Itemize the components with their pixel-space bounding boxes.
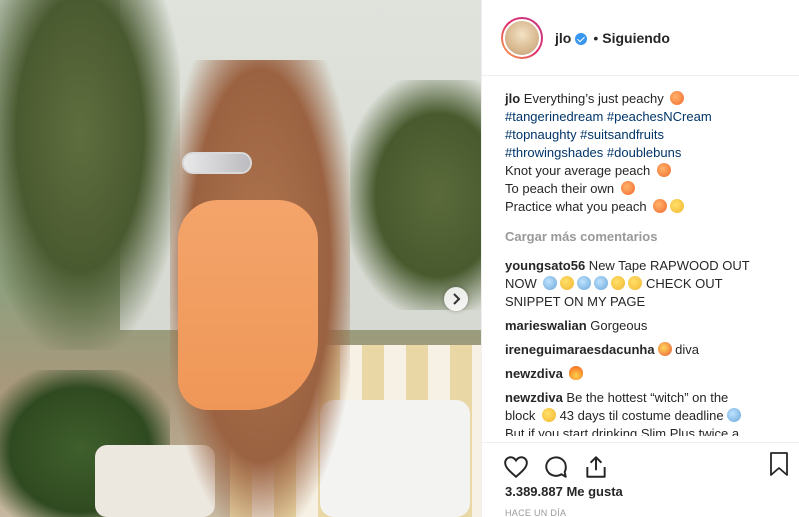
- caption-hashtags[interactable]: #topnaughty #suitsandfruits: [505, 126, 799, 144]
- lemon-emoji-icon: [628, 276, 643, 290]
- comment-icon[interactable]: [543, 454, 569, 480]
- comment-text: SNIPPET ON MY PAGE: [505, 294, 646, 309]
- caption-line: Knot your average peach: [505, 162, 799, 180]
- bookmark-icon[interactable]: [768, 451, 790, 477]
- woman-emoji-icon: [541, 408, 556, 422]
- comment-username[interactable]: youngsato56: [505, 258, 585, 273]
- caption-hashtags[interactable]: #tangerinedream #peachesNCream: [505, 108, 799, 126]
- post-actions: [482, 442, 799, 482]
- comment-text: Be the hottest “witch” on the: [562, 390, 729, 405]
- avatar[interactable]: [503, 18, 541, 57]
- ufo-emoji-icon: [543, 276, 558, 290]
- post-side-panel: jlo • Siguiendo jlo Everything’s just pe…: [481, 0, 799, 517]
- photo-swimsuit: [178, 200, 318, 410]
- chevron-right-icon: [453, 293, 461, 305]
- photo-tree-right: [350, 80, 481, 310]
- caption-text: Knot your average peach: [505, 163, 654, 178]
- peach-emoji-icon: [656, 163, 671, 177]
- comment-username[interactable]: newzdiva: [505, 366, 563, 381]
- caption-text: Practice what you peach: [505, 199, 651, 214]
- caption-username[interactable]: jlo: [505, 91, 520, 106]
- comment-text: diva: [671, 342, 700, 357]
- post-header: jlo • Siguiendo: [482, 0, 799, 76]
- comment-item: newzdiva: [505, 365, 799, 383]
- photo-tree-left: [0, 0, 180, 350]
- avatar-ring[interactable]: [501, 16, 543, 59]
- laughing-emoji-icon: [670, 199, 685, 213]
- comment-text: New Tape RAPWOOD OUT: [585, 258, 750, 273]
- ghost-emoji-icon: [726, 408, 741, 422]
- comment-item: ireneguimaraesdacunha diva: [505, 341, 799, 359]
- caption-text: To peach their own: [505, 181, 618, 196]
- peach-emoji-icon: [670, 91, 685, 105]
- caption-line: To peach their own: [505, 180, 799, 198]
- heart-icon[interactable]: [503, 454, 529, 480]
- comment-text: 43 days til costume deadline: [555, 408, 724, 423]
- caption: jlo Everything’s just peachy #tangerined…: [505, 90, 799, 216]
- post-timestamp[interactable]: HACE UN DÍA: [505, 508, 566, 517]
- frog-emoji-icon: [611, 276, 626, 290]
- following-button[interactable]: Siguiendo: [602, 30, 670, 46]
- peach-emoji-icon: [620, 181, 635, 195]
- caption-text: Everything’s just peachy: [520, 91, 668, 106]
- likes-count[interactable]: 3.389.887 Me gusta: [505, 484, 623, 499]
- comment-text: Gorgeous: [586, 318, 648, 333]
- peach-emoji-icon: [653, 199, 668, 213]
- verified-badge-icon: [575, 32, 588, 45]
- comment-username[interactable]: ireneguimaraesdacunha: [505, 342, 655, 357]
- fire-emoji-icon: [569, 366, 584, 380]
- comment-item: youngsato56 New Tape RAPWOOD OUT NOW CHE…: [505, 257, 799, 311]
- comment-text: CHECK OUT: [642, 276, 723, 291]
- load-more-comments-link[interactable]: Cargar más comentarios: [505, 228, 799, 246]
- comment-text: NOW: [505, 276, 541, 291]
- comment-username[interactable]: marieswalian: [505, 318, 587, 333]
- caption-line: Practice what you peach: [505, 198, 799, 216]
- post-photo[interactable]: [0, 0, 481, 517]
- comments-list: jlo Everything’s just peachy #tangerined…: [482, 76, 799, 436]
- comment-text: [563, 366, 567, 381]
- caption-hashtags[interactable]: #throwingshades #doublebuns: [505, 144, 799, 162]
- separator-dot: •: [593, 29, 599, 46]
- caption-line: jlo Everything’s just peachy: [505, 90, 799, 108]
- share-icon[interactable]: [583, 454, 609, 480]
- comment-item: marieswalian Gorgeous: [505, 317, 799, 335]
- comment-item: newzdiva Be the hottest “witch” on the b…: [505, 389, 799, 436]
- heart-eyes-emoji-icon: [657, 342, 672, 356]
- comment-text: block: [505, 408, 539, 423]
- comment-text: But if you start drinking Slim Plus twic…: [505, 426, 740, 436]
- next-photo-button[interactable]: [444, 287, 468, 311]
- comment-username[interactable]: newzdiva: [505, 390, 563, 405]
- snowflake-emoji-icon: [594, 276, 609, 290]
- username-link[interactable]: jlo: [555, 30, 571, 46]
- sparkles-emoji-icon: [560, 276, 575, 290]
- photo-sunglasses: [182, 152, 252, 174]
- gem-emoji-icon: [577, 276, 592, 290]
